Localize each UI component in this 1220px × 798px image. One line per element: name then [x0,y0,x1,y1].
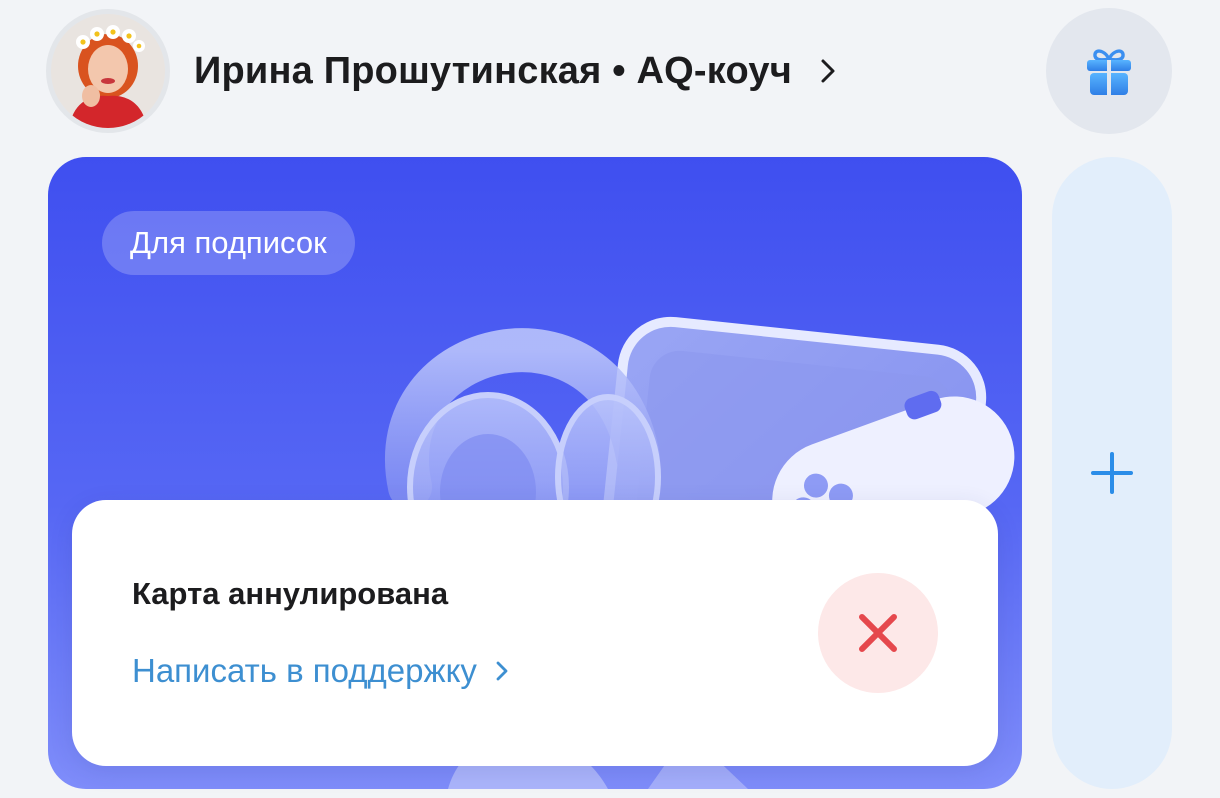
support-link[interactable]: Написать в поддержку [132,652,509,690]
profile-name: Ирина Прошутинская • AQ-коуч [194,49,793,92]
add-card-button[interactable] [1052,157,1172,789]
support-link-label: Написать в поддержку [132,652,477,689]
card-status-title: Карта аннулирована [132,576,449,611]
page: Ирина Прошутинская • AQ-коуч Для подписо… [0,0,1220,798]
plus-icon [1091,452,1133,494]
profile-header[interactable]: Ирина Прошутинская • AQ-коуч [46,8,840,134]
gift-button[interactable] [1046,8,1172,134]
card-status-panel: Карта аннулирована Написать в поддержку [72,500,998,766]
error-status-icon [818,573,938,693]
chevron-right-icon [495,660,509,682]
gift-icon [1087,49,1131,95]
avatar-image [51,14,165,128]
close-icon [859,614,897,652]
chevron-right-icon [820,56,840,86]
card-type-badge: Для подписок [102,211,355,275]
avatar [46,9,170,133]
